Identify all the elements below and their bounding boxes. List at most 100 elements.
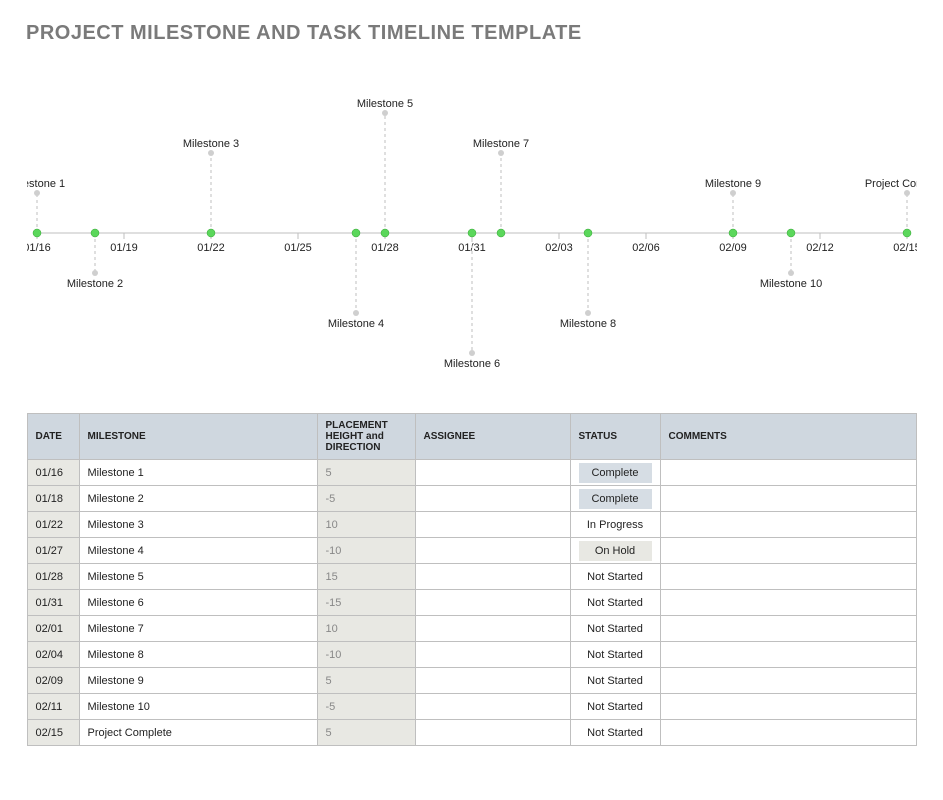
cell-assignee — [415, 590, 570, 616]
cell-placement: -10 — [317, 538, 415, 564]
header-comments: COMMENTS — [660, 414, 916, 460]
cell-comments — [660, 720, 916, 746]
cell-placement: 5 — [317, 668, 415, 694]
timeline-svg: 01/1601/1901/2201/2501/2801/3102/0302/06… — [27, 53, 917, 383]
milestone-end-dot-icon — [92, 270, 98, 276]
cell-status: Not Started — [570, 564, 660, 590]
header-placement: PLACEMENT HEIGHT and DIRECTION — [317, 414, 415, 460]
milestone-label: Milestone 8 — [559, 318, 615, 330]
cell-assignee — [415, 694, 570, 720]
cell-status: Complete — [570, 486, 660, 512]
milestone-dot-icon — [207, 229, 215, 237]
table-row: 01/27Milestone 4-10 On Hold — [27, 538, 916, 564]
cell-date: 02/11 — [27, 694, 79, 720]
cell-milestone: Milestone 7 — [79, 616, 317, 642]
table-row: 01/18Milestone 2-5Complete — [27, 486, 916, 512]
cell-comments — [660, 694, 916, 720]
cell-date: 01/22 — [27, 512, 79, 538]
milestone-label: Milestone 4 — [327, 318, 383, 330]
cell-comments — [660, 512, 916, 538]
milestone-table: DATE MILESTONE PLACEMENT HEIGHT and DIRE… — [27, 413, 917, 746]
milestone-label: Project Complete — [864, 178, 916, 190]
cell-comments — [660, 616, 916, 642]
cell-status: Not Started — [570, 642, 660, 668]
status-badge: In Progress — [579, 515, 652, 535]
milestone-dot-icon — [584, 229, 592, 237]
header-assignee: ASSIGNEE — [415, 414, 570, 460]
status-badge: Complete — [579, 489, 652, 509]
milestone-label: Milestone 5 — [356, 98, 412, 110]
cell-assignee — [415, 564, 570, 590]
status-badge: Not Started — [579, 723, 652, 743]
status-badge: Not Started — [579, 697, 652, 717]
page-title: PROJECT MILESTONE AND TASK TIMELINE TEMP… — [26, 22, 917, 45]
cell-placement: -15 — [317, 590, 415, 616]
milestone-dot-icon — [468, 229, 476, 237]
cell-milestone: Milestone 8 — [79, 642, 317, 668]
cell-date: 02/15 — [27, 720, 79, 746]
table-row: 02/04Milestone 8-10Not Started — [27, 642, 916, 668]
table-header-row: DATE MILESTONE PLACEMENT HEIGHT and DIRE… — [27, 414, 916, 460]
cell-date: 01/28 — [27, 564, 79, 590]
cell-milestone: Milestone 4 — [79, 538, 317, 564]
cell-comments — [660, 590, 916, 616]
cell-placement: 5 — [317, 460, 415, 486]
milestone-end-dot-icon — [904, 190, 910, 196]
cell-status: Not Started — [570, 668, 660, 694]
header-milestone: MILESTONE — [79, 414, 317, 460]
cell-status: In Progress — [570, 512, 660, 538]
milestone-dot-icon — [729, 229, 737, 237]
cell-comments — [660, 486, 916, 512]
cell-date: 01/16 — [27, 460, 79, 486]
cell-assignee — [415, 460, 570, 486]
milestone-end-dot-icon — [353, 310, 359, 316]
cell-status: Not Started — [570, 720, 660, 746]
table-row: 02/01Milestone 710Not Started — [27, 616, 916, 642]
table-row: 01/28Milestone 515Not Started — [27, 564, 916, 590]
cell-date: 02/01 — [27, 616, 79, 642]
table-row: 02/15Project Complete5Not Started — [27, 720, 916, 746]
axis-tick-label: 02/09 — [719, 242, 747, 254]
axis-tick-label: 01/25 — [284, 242, 312, 254]
cell-comments — [660, 538, 916, 564]
milestone-dot-icon — [352, 229, 360, 237]
cell-status: Complete — [570, 460, 660, 486]
timeline-chart: 01/1601/1901/2201/2501/2801/3102/0302/06… — [27, 53, 917, 383]
milestone-label: Milestone 6 — [443, 358, 499, 370]
cell-status: Not Started — [570, 694, 660, 720]
milestone-end-dot-icon — [585, 310, 591, 316]
axis-tick-label: 01/19 — [110, 242, 138, 254]
axis-tick-label: 01/28 — [371, 242, 399, 254]
cell-placement: 10 — [317, 512, 415, 538]
milestone-dot-icon — [91, 229, 99, 237]
milestone-end-dot-icon — [208, 150, 214, 156]
cell-date: 02/04 — [27, 642, 79, 668]
milestone-dot-icon — [787, 229, 795, 237]
milestone-label: Milestone 9 — [704, 178, 760, 190]
cell-milestone: Milestone 9 — [79, 668, 317, 694]
cell-status: Not Started — [570, 590, 660, 616]
status-badge: On Hold — [579, 541, 652, 561]
cell-assignee — [415, 720, 570, 746]
cell-milestone: Milestone 6 — [79, 590, 317, 616]
milestone-end-dot-icon — [730, 190, 736, 196]
cell-assignee — [415, 486, 570, 512]
milestone-end-dot-icon — [788, 270, 794, 276]
axis-tick-label: 02/03 — [545, 242, 573, 254]
cell-milestone: Milestone 3 — [79, 512, 317, 538]
milestone-end-dot-icon — [382, 110, 388, 116]
table-row: 02/09Milestone 95Not Started — [27, 668, 916, 694]
cell-date: 01/31 — [27, 590, 79, 616]
cell-date: 01/18 — [27, 486, 79, 512]
status-badge: Not Started — [579, 567, 652, 587]
milestone-dot-icon — [33, 229, 41, 237]
table-row: 01/16Milestone 15Complete — [27, 460, 916, 486]
table-row: 02/11Milestone 10-5Not Started — [27, 694, 916, 720]
cell-assignee — [415, 616, 570, 642]
milestone-label: Milestone 2 — [66, 278, 122, 290]
cell-date: 01/27 — [27, 538, 79, 564]
cell-comments — [660, 642, 916, 668]
milestone-end-dot-icon — [34, 190, 40, 196]
cell-assignee — [415, 512, 570, 538]
axis-tick-label: 02/12 — [806, 242, 834, 254]
